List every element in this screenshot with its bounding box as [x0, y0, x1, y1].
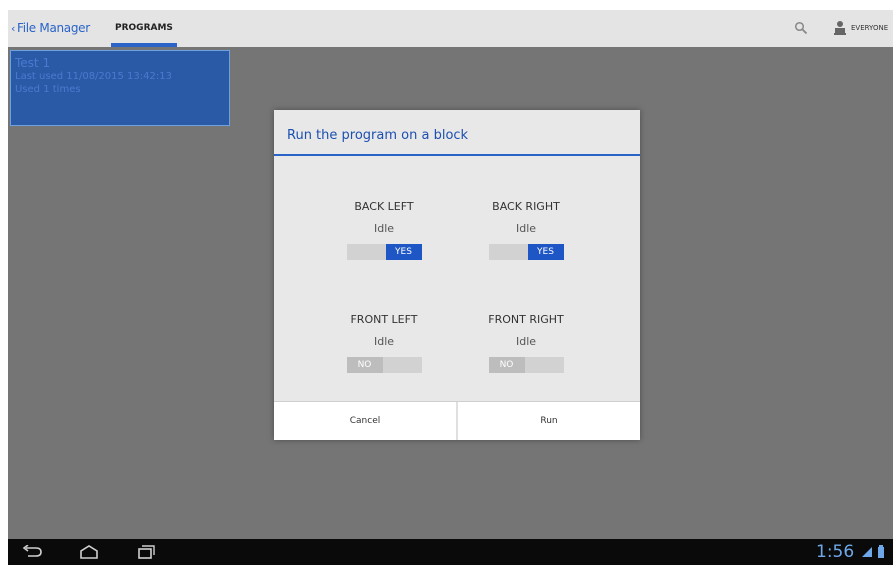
action-bar: ‹ File Manager PROGRAMS EVERYONE: [8, 10, 893, 47]
status-clock: 1:56: [816, 542, 855, 562]
dialog-title-divider: [274, 154, 640, 156]
tab-active-indicator: [111, 43, 177, 47]
block-status: Idle: [515, 335, 537, 348]
toggle-knob: NO: [346, 357, 383, 373]
program-card-test-1[interactable]: Test 1 Last used 11/08/2015 13:42:13 Use…: [10, 50, 230, 126]
block-status: Idle: [373, 222, 395, 235]
block-front-right: FRONT RIGHT Idle NO: [471, 313, 581, 373]
back-caret-icon[interactable]: ‹: [11, 22, 15, 35]
toggle-knob: YES: [385, 244, 422, 260]
block-status: Idle: [515, 222, 537, 235]
toggle-knob: YES: [527, 244, 564, 260]
program-last-used: Last used 11/08/2015 13:42:13: [15, 71, 172, 82]
program-title: Test 1: [15, 56, 51, 70]
block-status: Idle: [373, 335, 395, 348]
back-nav-icon[interactable]: [22, 545, 44, 559]
home-nav-icon[interactable]: [78, 545, 100, 559]
program-used-count: Used 1 times: [15, 84, 81, 95]
search-icon[interactable]: [794, 21, 808, 35]
block-back-right: BACK RIGHT Idle YES: [471, 200, 581, 260]
user-icon[interactable]: [834, 20, 846, 35]
system-nav-bar: 1:56: [8, 539, 893, 565]
recents-nav-icon[interactable]: [134, 545, 156, 559]
tab-programs[interactable]: PROGRAMS: [111, 10, 177, 47]
app-screen: ‹ File Manager PROGRAMS EVERYONE Test 1 …: [8, 10, 893, 565]
user-label[interactable]: EVERYONE: [851, 24, 888, 32]
block-front-left: FRONT LEFT Idle NO: [329, 313, 439, 373]
block-toggle-front-left[interactable]: NO: [346, 357, 422, 373]
block-toggle-back-right[interactable]: YES: [488, 244, 564, 260]
app-title-file-manager[interactable]: File Manager: [17, 21, 90, 35]
block-name: FRONT LEFT: [350, 313, 418, 326]
block-name: FRONT RIGHT: [488, 313, 564, 326]
signal-icon: [862, 545, 884, 558]
tab-programs-label: PROGRAMS: [115, 23, 173, 33]
run-button[interactable]: Run: [458, 402, 640, 440]
block-back-left: BACK LEFT Idle YES: [329, 200, 439, 260]
toggle-knob: NO: [488, 357, 525, 373]
block-name: BACK RIGHT: [492, 200, 560, 213]
block-toggle-front-right[interactable]: NO: [488, 357, 564, 373]
run-program-dialog: Run the program on a block BACK LEFT Idl…: [274, 110, 640, 440]
dialog-title: Run the program on a block: [287, 128, 469, 143]
block-name: BACK LEFT: [354, 200, 414, 213]
block-toggle-back-left[interactable]: YES: [346, 244, 422, 260]
cancel-button[interactable]: Cancel: [274, 402, 456, 440]
dialog-button-bar: Cancel Run: [274, 401, 640, 440]
